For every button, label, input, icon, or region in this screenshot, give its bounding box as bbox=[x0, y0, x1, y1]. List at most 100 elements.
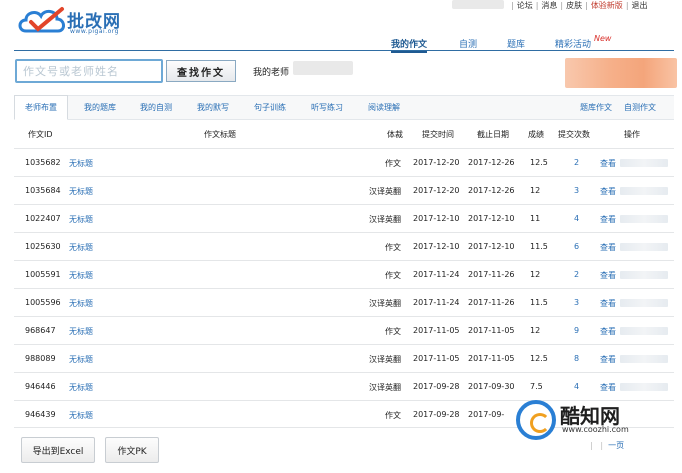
cell-title-link[interactable]: 无标题 bbox=[69, 382, 93, 393]
table-row: 1035684 无标题 汉译英翻 2017-12-20 2017-12-26 1… bbox=[14, 176, 674, 204]
col-submit-count[interactable]: 提交次数 bbox=[558, 129, 590, 140]
cell-deadline: 2017-12-26 bbox=[468, 158, 515, 167]
top-link-messages[interactable]: 消息 bbox=[541, 0, 557, 11]
pager-next-page[interactable]: | | 一页 bbox=[590, 440, 624, 451]
cell-submit-count[interactable]: 3 bbox=[574, 298, 579, 307]
cell-deadline: 2017-09- bbox=[468, 410, 505, 419]
tab-my-dictation[interactable]: 我的默写 bbox=[197, 102, 229, 113]
cell-deadline: 2017-09-30 bbox=[468, 382, 515, 391]
tab-teacher-assigned[interactable]: 老师布置 bbox=[14, 95, 68, 120]
view-link[interactable]: 查看 bbox=[600, 298, 616, 309]
more-actions-blur[interactable] bbox=[620, 243, 668, 251]
link-bank-essays[interactable]: 题库作文 bbox=[580, 102, 612, 113]
cell-submit-time: 2017-12-20 bbox=[413, 186, 460, 195]
cell-deadline: 2017-12-10 bbox=[468, 242, 515, 251]
cell-submit-time: 2017-09-28 bbox=[413, 410, 460, 419]
table-row: 968647 无标题 作文 2017-11-05 2017-11-05 12 9… bbox=[14, 316, 674, 344]
cell-title-link[interactable]: 无标题 bbox=[69, 410, 93, 421]
banner-ad[interactable] bbox=[565, 58, 677, 88]
cell-submit-count[interactable]: 2 bbox=[574, 158, 579, 167]
cell-id: 1005591 bbox=[25, 270, 61, 279]
cell-submit-count[interactable]: 4 bbox=[574, 382, 579, 391]
teacher-label: 我的老师 bbox=[253, 68, 290, 78]
nav-activities[interactable]: 精彩活动 bbox=[555, 37, 591, 50]
view-link[interactable]: 查看 bbox=[600, 158, 616, 169]
top-link-logout[interactable]: 退出 bbox=[632, 0, 648, 11]
cell-id: 946446 bbox=[25, 382, 56, 391]
tab-sentence-training[interactable]: 句子训练 bbox=[254, 102, 286, 113]
next-page-link[interactable]: 一页 bbox=[608, 441, 624, 450]
col-score[interactable]: 成绩 bbox=[528, 129, 544, 140]
more-actions-blur[interactable] bbox=[620, 299, 668, 307]
search-button[interactable]: 查找作文 bbox=[166, 60, 236, 82]
cell-type: 汉译英翻 bbox=[369, 299, 401, 308]
col-submit-time[interactable]: 提交时间 bbox=[422, 129, 454, 140]
cell-type: 作文 bbox=[385, 243, 401, 252]
essay-pk-button[interactable]: 作文PK bbox=[105, 437, 159, 463]
cell-submit-count[interactable]: 2 bbox=[574, 270, 579, 279]
more-actions-blur[interactable] bbox=[620, 215, 668, 223]
more-actions-blur[interactable] bbox=[620, 355, 668, 363]
cell-submit-count[interactable]: 6 bbox=[574, 242, 579, 251]
more-actions-blur[interactable] bbox=[620, 271, 668, 279]
cell-title-link[interactable]: 无标题 bbox=[69, 186, 93, 197]
top-link-skin[interactable]: 皮肤 bbox=[566, 0, 582, 11]
cell-score: 12 bbox=[530, 326, 541, 335]
view-link[interactable]: 查看 bbox=[600, 214, 616, 225]
table-row: 1005596 无标题 汉译英翻 2017-11-24 2017-11-26 1… bbox=[14, 288, 674, 316]
col-essay-title[interactable]: 作文标题 bbox=[204, 129, 236, 140]
col-type[interactable]: 体裁 bbox=[387, 129, 403, 140]
tab-reading-comprehension[interactable]: 阅读理解 bbox=[368, 102, 400, 113]
cell-title-link[interactable]: 无标题 bbox=[69, 298, 93, 309]
cell-title-link[interactable]: 无标题 bbox=[69, 354, 93, 365]
more-actions-blur[interactable] bbox=[620, 327, 668, 335]
tab-my-question-bank[interactable]: 我的题库 bbox=[84, 102, 116, 113]
table-row: 988089 无标题 汉译英翻 2017-11-05 2017-11-05 12… bbox=[14, 344, 674, 372]
cell-submit-count[interactable]: 8 bbox=[574, 354, 579, 363]
cell-submit-count[interactable]: 4 bbox=[574, 214, 579, 223]
nav-self-test[interactable]: 自测 bbox=[459, 37, 477, 50]
cell-id: 1025630 bbox=[25, 242, 61, 251]
cell-title-link[interactable]: 无标题 bbox=[69, 242, 93, 253]
col-deadline[interactable]: 截止日期 bbox=[477, 129, 509, 140]
view-link[interactable]: 查看 bbox=[600, 326, 616, 337]
top-link-new-version[interactable]: 体验新版 bbox=[591, 0, 623, 11]
col-essay-id[interactable]: 作文ID bbox=[28, 129, 53, 140]
more-actions-blur[interactable] bbox=[620, 383, 668, 391]
tab-listening-practice[interactable]: 听写练习 bbox=[311, 102, 343, 113]
more-actions-blur[interactable] bbox=[620, 187, 668, 195]
site-url: www.pigai.org bbox=[70, 28, 119, 35]
header-divider bbox=[14, 50, 674, 51]
view-link[interactable]: 查看 bbox=[600, 270, 616, 281]
view-link[interactable]: 查看 bbox=[600, 354, 616, 365]
cloud-check-logo-icon bbox=[18, 7, 65, 33]
nav-question-bank[interactable]: 题库 bbox=[507, 37, 525, 50]
more-actions-blur[interactable] bbox=[620, 159, 668, 167]
cell-title-link[interactable]: 无标题 bbox=[69, 214, 93, 225]
table-header: 作文ID 作文标题 体裁 提交时间 截止日期 成绩 提交次数 操作 bbox=[14, 120, 674, 148]
cell-submit-count[interactable]: 3 bbox=[574, 186, 579, 195]
cell-score: 12 bbox=[530, 186, 541, 195]
cell-title-link[interactable]: 无标题 bbox=[69, 326, 93, 337]
cell-score: 12.5 bbox=[530, 158, 548, 167]
cell-type: 作文 bbox=[385, 411, 401, 420]
view-link[interactable]: 查看 bbox=[600, 382, 616, 393]
table-row: 946446 无标题 汉译英翻 2017-09-28 2017-09-30 7.… bbox=[14, 372, 674, 400]
cell-submit-count[interactable]: 9 bbox=[574, 326, 579, 335]
search-input[interactable] bbox=[15, 59, 163, 83]
export-excel-button[interactable]: 导出到Excel bbox=[21, 437, 95, 463]
view-link[interactable]: 查看 bbox=[600, 186, 616, 197]
user-info-blur bbox=[452, 0, 504, 9]
cell-type: 作文 bbox=[385, 271, 401, 280]
cell-title-link[interactable]: 无标题 bbox=[69, 270, 93, 281]
cell-title-link[interactable]: 无标题 bbox=[69, 158, 93, 169]
cell-type: 作文 bbox=[385, 159, 401, 168]
table-row: 1035682 无标题 作文 2017-12-20 2017-12-26 12.… bbox=[14, 148, 674, 176]
cell-deadline: 2017-11-05 bbox=[468, 354, 515, 363]
view-link[interactable]: 查看 bbox=[600, 242, 616, 253]
top-link-forum[interactable]: 论坛 bbox=[517, 0, 533, 11]
site-logo[interactable]: 批改网 www.pigai.org bbox=[16, 2, 141, 35]
tab-my-self-test[interactable]: 我的自测 bbox=[140, 102, 172, 113]
cell-score: 12 bbox=[530, 270, 541, 279]
link-self-test-essays[interactable]: 自测作文 bbox=[624, 102, 656, 113]
